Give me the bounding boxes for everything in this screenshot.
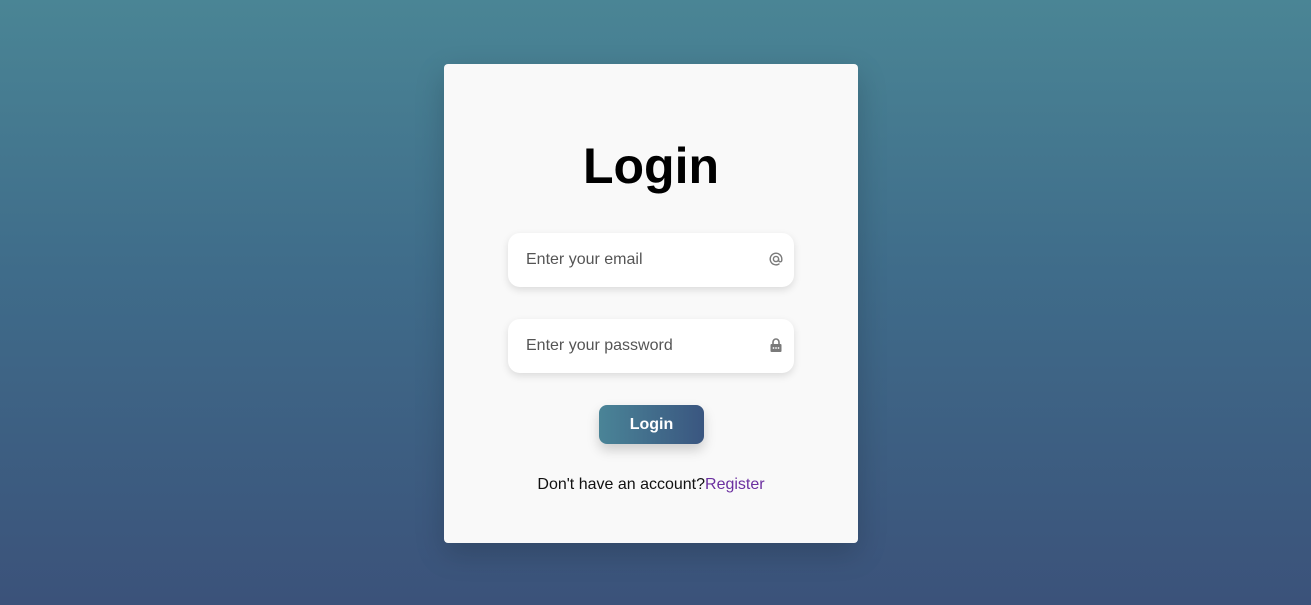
login-button[interactable]: Login bbox=[599, 405, 704, 444]
password-field[interactable] bbox=[508, 319, 794, 373]
page-title: Login bbox=[582, 138, 720, 194]
login-card: Login Login Don't have an account?Regist… bbox=[444, 64, 858, 543]
email-field[interactable] bbox=[508, 233, 794, 287]
at-sign-icon bbox=[768, 251, 784, 267]
password-field-wrapper bbox=[508, 319, 794, 373]
email-field-wrapper bbox=[508, 233, 794, 287]
register-link[interactable]: Register bbox=[705, 476, 765, 493]
register-prompt-text: Don't have an account? bbox=[537, 476, 706, 493]
lock-icon bbox=[768, 337, 784, 353]
register-prompt: Don't have an account?Register bbox=[444, 476, 858, 494]
